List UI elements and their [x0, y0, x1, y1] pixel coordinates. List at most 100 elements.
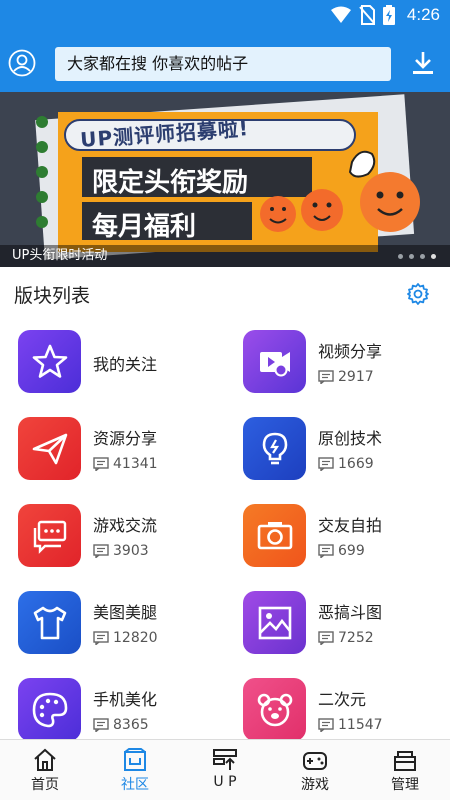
section-title: 版块列表	[14, 285, 91, 307]
post-count-icon	[318, 457, 334, 471]
camera-icon	[257, 521, 292, 549]
board-icon-tile[interactable]	[18, 330, 81, 393]
search-input[interactable]: 大家都在搜 你喜欢的帖子	[55, 47, 391, 81]
board-item[interactable]: 资源分享 41341	[0, 405, 225, 492]
board-post-count-value: 12820	[113, 630, 158, 646]
board-name: 恶搞斗图	[318, 603, 383, 622]
image-icon	[258, 606, 291, 639]
board-post-count-value: 1669	[338, 456, 374, 472]
star-icon	[32, 344, 67, 378]
nav-up[interactable]: U P	[180, 740, 270, 800]
board-icon-tile[interactable]	[243, 417, 306, 480]
board-post-count: 12820	[93, 630, 158, 646]
pager-dot-active[interactable]	[431, 254, 436, 259]
board-post-count: 8365	[93, 717, 149, 733]
board-post-count: 1669	[318, 456, 374, 472]
section-header: 版块列表	[0, 267, 450, 317]
nav-home[interactable]: 首页	[0, 740, 90, 800]
settings-gear-icon[interactable]	[406, 282, 430, 306]
status-bar: 4:26	[0, 0, 450, 32]
board-item[interactable]: 交友自拍 699	[225, 492, 450, 579]
nav-community-label: 社区	[121, 777, 149, 793]
board-icon-tile[interactable]	[18, 678, 81, 741]
chat-bubble-icon	[33, 520, 66, 554]
board-icon-tile[interactable]	[18, 591, 81, 654]
paper-plane-icon	[32, 433, 67, 464]
board-item[interactable]: 美图美腿 12820	[0, 579, 225, 666]
gamepad-icon	[303, 752, 327, 770]
board-name: 游戏交流	[93, 516, 158, 535]
post-count-icon	[93, 544, 109, 558]
board-name: 美图美腿	[93, 603, 158, 622]
nav-games[interactable]: 游戏	[270, 740, 360, 800]
board-item[interactable]: 游戏交流 3903	[0, 492, 225, 579]
palette-icon	[32, 692, 67, 727]
board-icon-tile[interactable]	[243, 330, 306, 393]
pager-dot[interactable]	[420, 254, 425, 259]
post-count-icon	[318, 544, 334, 558]
board-post-count-value: 7252	[338, 630, 374, 646]
pager-dot[interactable]	[398, 254, 403, 259]
clock-time: 4:26	[406, 5, 440, 24]
board-post-count-value: 41341	[113, 456, 158, 472]
pager-dot[interactable]	[409, 254, 414, 259]
board-post-count-value: 3903	[113, 543, 149, 559]
nav-up-label: U P	[213, 774, 237, 790]
board-item[interactable]: 原创技术 1669	[225, 405, 450, 492]
board-icon-tile[interactable]	[243, 678, 306, 741]
nav-manage-label: 管理	[391, 777, 419, 793]
nav-games-label: 游戏	[301, 777, 329, 793]
banner-pager	[398, 254, 436, 259]
board-icon-tile[interactable]	[18, 417, 81, 480]
board-post-count: 7252	[318, 630, 374, 646]
board-post-count-value: 11547	[338, 717, 383, 733]
nav-manage[interactable]: 管理	[360, 740, 450, 800]
tshirt-icon	[33, 606, 66, 639]
post-count-icon	[318, 631, 334, 645]
board-name: 视频分享	[318, 342, 383, 361]
post-count-icon	[93, 457, 109, 471]
nav-community[interactable]: 社区	[90, 740, 180, 800]
board-icon-tile[interactable]	[243, 591, 306, 654]
up-icon	[213, 749, 237, 770]
board-name: 交友自拍	[318, 516, 383, 535]
wifi-icon	[330, 6, 351, 23]
post-count-icon	[318, 718, 334, 732]
post-count-icon	[93, 718, 109, 732]
board-item[interactable]: 我的关注	[0, 318, 225, 405]
board-post-count: 11547	[318, 717, 383, 733]
post-count-icon	[93, 631, 109, 645]
board-post-count-value: 699	[338, 543, 365, 559]
board-post-count: 3903	[93, 543, 149, 559]
app-bar: 大家都在搜 你喜欢的帖子	[0, 32, 450, 92]
banner-line-2: 限定头衔奖励	[92, 168, 249, 198]
post-count-icon	[318, 370, 334, 384]
board-icon-tile[interactable]	[243, 504, 306, 567]
lightbulb-icon	[262, 432, 287, 464]
board-icon-tile[interactable]	[18, 504, 81, 567]
board-item[interactable]: 视频分享 2917	[225, 318, 450, 405]
community-icon	[124, 748, 146, 771]
board-post-count: 41341	[93, 456, 158, 472]
banner-line-3: 每月福利	[92, 212, 197, 242]
no-sim-icon	[359, 5, 375, 25]
bottom-navigation: 首页 社区 U P 游戏 管理	[0, 739, 450, 800]
board-name: 手机美化	[93, 690, 158, 709]
promo-banner[interactable]: UP测评师招募啦! 限定头衔奖励 每月福利 UP头衔限时活动	[0, 92, 450, 267]
manage-icon	[394, 751, 416, 771]
board-name: 二次元	[318, 690, 367, 709]
board-name: 原创技术	[318, 429, 383, 448]
board-name: 我的关注	[93, 355, 158, 374]
battery-charging-icon	[382, 5, 395, 25]
board-post-count: 2917	[318, 369, 374, 385]
home-icon	[34, 748, 56, 771]
board-post-count-value: 2917	[338, 369, 374, 385]
download-icon[interactable]	[410, 50, 436, 76]
banner-caption: UP头衔限时活动	[0, 245, 450, 267]
board-post-count: 699	[318, 543, 365, 559]
nav-home-label: 首页	[31, 777, 59, 793]
user-avatar-icon[interactable]	[8, 49, 36, 77]
board-item[interactable]: 恶搞斗图 7252	[225, 579, 450, 666]
bear-icon	[257, 693, 292, 726]
video-icon	[259, 351, 290, 376]
